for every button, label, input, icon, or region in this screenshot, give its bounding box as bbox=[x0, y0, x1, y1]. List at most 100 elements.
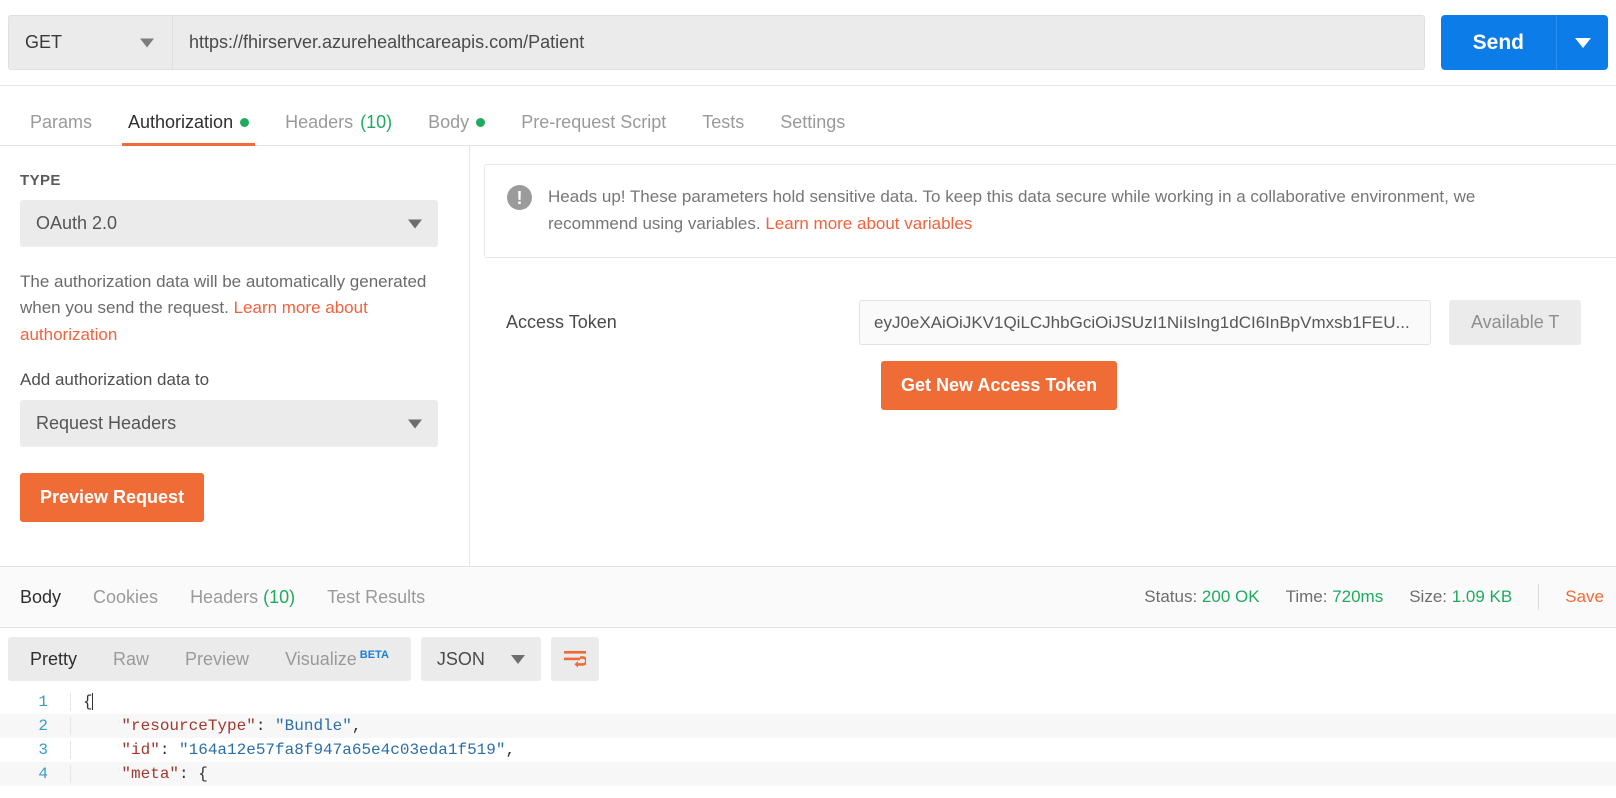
status-dot-icon bbox=[476, 117, 486, 127]
access-token-label: Access Token bbox=[506, 312, 617, 333]
response-tab-headers[interactable]: Headers (10) bbox=[174, 587, 311, 608]
view-mode-raw[interactable]: Raw bbox=[95, 649, 167, 670]
line-number: 1 bbox=[38, 693, 48, 711]
chevron-down-icon bbox=[510, 654, 525, 664]
view-mode-label: Visualize bbox=[285, 648, 357, 669]
tab-authorization[interactable]: Authorization bbox=[110, 113, 267, 146]
json-value: "164a12e57fa8f947a65e4c03eda1f519" bbox=[179, 741, 506, 759]
status-value: 200 OK bbox=[1201, 587, 1260, 606]
add-auth-data-label: Add authorization data to bbox=[20, 370, 210, 390]
add-auth-data-value: Request Headers bbox=[36, 413, 177, 434]
beta-badge: BETA bbox=[359, 648, 389, 661]
tab-headers[interactable]: Headers (10) bbox=[267, 113, 410, 145]
send-button-group: Send bbox=[1440, 15, 1608, 70]
add-auth-data-select[interactable]: Request Headers bbox=[20, 400, 438, 448]
chevron-down-icon bbox=[1574, 37, 1591, 48]
line-content: "resourceType": "Bundle", bbox=[70, 717, 1616, 735]
json-tail: { bbox=[198, 765, 208, 783]
status-dot-icon bbox=[240, 117, 250, 127]
request-tab-bar: Params Authorization Headers (10) Body P… bbox=[0, 86, 1616, 146]
status-badge: Status: 200 OK bbox=[1144, 587, 1259, 607]
auth-help-text: The authorization data will be automatic… bbox=[20, 269, 440, 348]
tab-label: Pre-request Script bbox=[521, 112, 667, 132]
tab-params[interactable]: Params bbox=[12, 113, 110, 145]
request-url-input[interactable]: https://fhirserver.azurehealthcareapis.c… bbox=[172, 15, 1425, 70]
size-label: Size: bbox=[1409, 587, 1448, 606]
tab-body[interactable]: Body bbox=[410, 113, 503, 145]
wrap-text-button[interactable] bbox=[550, 637, 599, 681]
tab-label: Body bbox=[428, 112, 470, 132]
response-tab-bar: Body Cookies Headers (10) Test Results bbox=[0, 587, 441, 608]
chevron-down-icon bbox=[140, 38, 154, 47]
notice-link[interactable]: Learn more about variables bbox=[765, 214, 972, 233]
line-number: 2 bbox=[38, 717, 48, 735]
auth-type-value: OAuth 2.0 bbox=[36, 213, 118, 233]
auth-details-column: ! Heads up! These parameters hold sensit… bbox=[470, 146, 1616, 566]
response-tab-label: Headers bbox=[190, 586, 259, 607]
request-url-bar: GET https://fhirserver.azurehealthcareap… bbox=[0, 0, 1616, 86]
auth-type-select[interactable]: OAuth 2.0 bbox=[20, 200, 438, 247]
response-tab-body[interactable]: Body bbox=[4, 587, 77, 608]
code-line: 1 { bbox=[0, 690, 1616, 714]
tab-label: Tests bbox=[702, 112, 745, 132]
line-number: 3 bbox=[38, 741, 48, 759]
http-method-select[interactable]: GET bbox=[8, 15, 172, 70]
response-tab-test-results[interactable]: Test Results bbox=[311, 587, 441, 608]
time-label: Time: bbox=[1285, 587, 1328, 606]
view-mode-label: Raw bbox=[113, 648, 150, 669]
tab-count: (10) bbox=[360, 112, 393, 132]
response-format-select[interactable]: JSON bbox=[420, 637, 541, 681]
view-mode-visualize[interactable]: Visualize BETA bbox=[267, 649, 407, 670]
response-format-value: JSON bbox=[436, 648, 485, 669]
json-sep: : bbox=[179, 765, 199, 783]
response-tab-count: (10) bbox=[263, 586, 296, 607]
sensitive-data-notice: ! Heads up! These parameters hold sensit… bbox=[484, 164, 1616, 259]
json-key: "meta" bbox=[121, 765, 180, 783]
divider bbox=[1538, 584, 1540, 610]
text-cursor bbox=[91, 693, 93, 711]
json-tail: , bbox=[505, 741, 516, 759]
notice-body: Heads up! These parameters hold sensitiv… bbox=[548, 187, 1476, 234]
tab-tests[interactable]: Tests bbox=[684, 113, 762, 145]
line-content: "id": "164a12e57fa8f947a65e4c03eda1f519"… bbox=[70, 741, 1616, 759]
tab-pre-request-script[interactable]: Pre-request Script bbox=[503, 113, 684, 145]
view-mode-pretty[interactable]: Pretty bbox=[12, 649, 95, 670]
size-badge: Size: 1.09 KB bbox=[1409, 587, 1512, 607]
authorization-pane: TYPE OAuth 2.0 The authorization data wi… bbox=[0, 146, 1616, 566]
chevron-down-icon bbox=[408, 219, 422, 228]
send-button[interactable]: Send bbox=[1440, 15, 1556, 70]
code-line: 2 "resourceType": "Bundle", bbox=[0, 714, 1616, 738]
get-new-access-token-button[interactable]: Get New Access Token bbox=[881, 361, 1118, 411]
view-mode-preview[interactable]: Preview bbox=[167, 649, 267, 670]
line-content: { bbox=[70, 693, 1616, 711]
tab-settings[interactable]: Settings bbox=[762, 113, 863, 145]
available-tokens-button[interactable]: Available T bbox=[1449, 300, 1582, 346]
send-options-button[interactable] bbox=[1556, 15, 1608, 70]
line-number: 4 bbox=[38, 765, 48, 783]
json-sep: : bbox=[255, 717, 276, 735]
save-response-link[interactable]: Save bbox=[1565, 587, 1606, 607]
status-label: Status: bbox=[1144, 587, 1198, 606]
http-method-value: GET bbox=[25, 32, 63, 52]
time-value: 720ms bbox=[1332, 587, 1384, 606]
size-value: 1.09 KB bbox=[1451, 587, 1513, 606]
wrap-text-icon bbox=[563, 651, 586, 668]
tab-label: Headers bbox=[285, 112, 354, 132]
line-content: "meta": { bbox=[70, 765, 1616, 783]
code-line: 3 "id": "164a12e57fa8f947a65e4c03eda1f51… bbox=[0, 738, 1616, 762]
response-body-code[interactable]: 1 { 2 "resourceType": "Bundle", 3 "id": … bbox=[0, 690, 1616, 798]
view-mode-label: Preview bbox=[185, 648, 250, 669]
access-token-row: Access Token eyJ0eXAiOiJKV1QiLCJhbGciOiJ… bbox=[484, 300, 1616, 346]
response-tab-cookies[interactable]: Cookies bbox=[77, 587, 174, 608]
preview-request-button[interactable]: Preview Request bbox=[20, 473, 205, 523]
view-mode-group: Pretty Raw Preview Visualize BETA bbox=[8, 637, 411, 681]
notice-text: Heads up! These parameters hold sensitiv… bbox=[548, 183, 1548, 237]
time-badge: Time: 720ms bbox=[1286, 587, 1384, 607]
exclamation-circle-icon: ! bbox=[507, 185, 532, 210]
tab-label: Settings bbox=[780, 112, 846, 132]
access-token-input[interactable]: eyJ0eXAiOiJKV1QiLCJhbGciOiJSUzI1NiIsIng1… bbox=[859, 300, 1431, 346]
json-tail: , bbox=[351, 717, 362, 735]
json-key: "resourceType" bbox=[121, 717, 256, 735]
